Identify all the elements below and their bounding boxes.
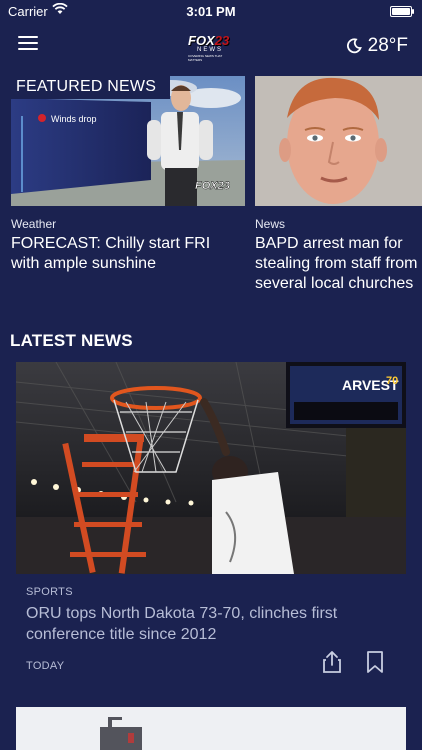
featured-image xyxy=(255,76,422,206)
share-icon[interactable] xyxy=(322,650,342,679)
weather-widget[interactable]: 28°F xyxy=(346,35,408,57)
featured-news-carousel[interactable]: FEATURED NEWS Winds drop FOX23 Weather F… xyxy=(0,76,422,306)
latest-news-date: TODAY xyxy=(26,660,65,672)
logo-news: NEWS xyxy=(197,47,223,53)
graphic-text: Winds drop xyxy=(51,114,97,124)
next-news-card-preview[interactable] xyxy=(16,707,406,750)
featured-card[interactable]: Winds drop FOX23 Weather FORECAST: Chill… xyxy=(11,76,245,274)
logo-number: 23 xyxy=(214,33,230,48)
featured-category: Weather xyxy=(11,217,57,231)
image-watermark: FOX23 xyxy=(195,180,230,192)
battery-icon xyxy=(390,6,414,17)
latest-news-title[interactable]: ORU tops North Dakota 73-70, clinches fi… xyxy=(26,603,386,645)
featured-title[interactable]: FORECAST: Chilly start FRI with ample su… xyxy=(11,234,221,274)
featured-card[interactable]: News BAPD arrest man for stealing from s… xyxy=(255,76,422,294)
latest-news-image: ARVEST 70 xyxy=(16,362,406,574)
latest-news-card[interactable]: ARVEST 70 SPORTS ORU tops North Dakota 7… xyxy=(16,362,406,690)
temperature: 28°F xyxy=(367,35,408,56)
bookmark-icon[interactable] xyxy=(366,650,384,679)
featured-title[interactable]: BAPD arrest man for stealing from staff … xyxy=(255,234,422,294)
featured-news-label: FEATURED NEWS xyxy=(0,76,171,99)
hamburger-menu-icon[interactable] xyxy=(18,36,38,50)
scoreboard-number: 70 xyxy=(386,375,398,387)
latest-news-heading: LATEST NEWS xyxy=(10,331,133,350)
status-bar: Carrier 3:01 PM xyxy=(0,0,422,22)
fox23-logo: FOX23 NEWS COVERING NEWS THAT MATTERS xyxy=(188,33,234,62)
moon-icon xyxy=(346,38,362,54)
logo-tagline: COVERING NEWS THAT MATTERS xyxy=(188,54,223,62)
logo-fox: FOX xyxy=(188,33,215,48)
nav-bar: FOX23 NEWS COVERING NEWS THAT MATTERS 28… xyxy=(0,30,422,64)
status-time: 3:01 PM xyxy=(186,4,236,19)
featured-category: News xyxy=(255,217,286,231)
latest-news-category: SPORTS xyxy=(26,586,73,598)
